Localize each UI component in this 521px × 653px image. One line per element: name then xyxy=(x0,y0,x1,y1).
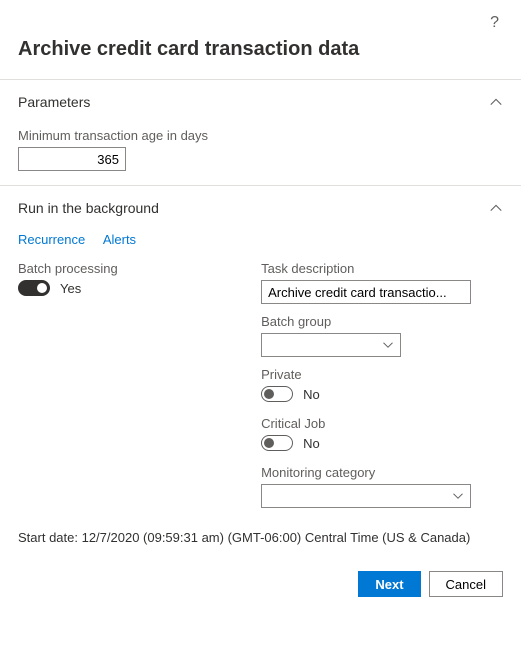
column-left: Batch processing Yes xyxy=(18,261,241,508)
batch-group-label: Batch group xyxy=(261,314,503,329)
critical-job-label: Critical Job xyxy=(261,416,503,431)
batch-processing-toggle[interactable] xyxy=(18,280,50,296)
min-age-input[interactable] xyxy=(18,147,126,171)
chevron-up-icon xyxy=(489,201,503,215)
monitoring-category-label: Monitoring category xyxy=(261,465,503,480)
batch-processing-row: Yes xyxy=(18,280,241,296)
critical-job-value: No xyxy=(303,436,320,451)
chevron-down-icon xyxy=(452,490,464,502)
section-header-parameters[interactable]: Parameters xyxy=(18,80,503,118)
chevron-down-icon xyxy=(382,339,394,351)
help-icon[interactable]: ? xyxy=(486,12,503,34)
tab-recurrence[interactable]: Recurrence xyxy=(18,232,85,247)
background-columns: Batch processing Yes Task description Ba… xyxy=(18,261,503,508)
page-title: Archive credit card transaction data xyxy=(18,38,503,61)
chevron-up-icon xyxy=(489,95,503,109)
batch-processing-label: Batch processing xyxy=(18,261,241,276)
next-button[interactable]: Next xyxy=(358,571,420,597)
private-toggle[interactable] xyxy=(261,386,293,402)
section-header-background[interactable]: Run in the background xyxy=(18,186,503,224)
monitoring-category-select[interactable] xyxy=(261,484,471,508)
cancel-button[interactable]: Cancel xyxy=(429,571,503,597)
task-description-input[interactable] xyxy=(261,280,471,304)
batch-group-select[interactable] xyxy=(261,333,401,357)
dialog: ? Archive credit card transaction data P… xyxy=(0,0,521,615)
tab-alerts[interactable]: Alerts xyxy=(103,232,136,247)
section-title-background: Run in the background xyxy=(18,200,159,216)
footer: Next Cancel xyxy=(18,571,503,597)
private-label: Private xyxy=(261,367,503,382)
tabs: Recurrence Alerts xyxy=(18,232,503,247)
start-date-text: Start date: 12/7/2020 (09:59:31 am) (GMT… xyxy=(18,530,503,545)
section-title-parameters: Parameters xyxy=(18,94,90,110)
column-right: Task description Batch group Private No … xyxy=(261,261,503,508)
help-row: ? xyxy=(18,12,503,34)
task-description-label: Task description xyxy=(261,261,503,276)
min-age-label: Minimum transaction age in days xyxy=(18,128,503,143)
critical-job-row: No xyxy=(261,435,503,451)
private-row: No xyxy=(261,386,503,402)
batch-processing-value: Yes xyxy=(60,281,81,296)
private-value: No xyxy=(303,387,320,402)
critical-job-toggle[interactable] xyxy=(261,435,293,451)
